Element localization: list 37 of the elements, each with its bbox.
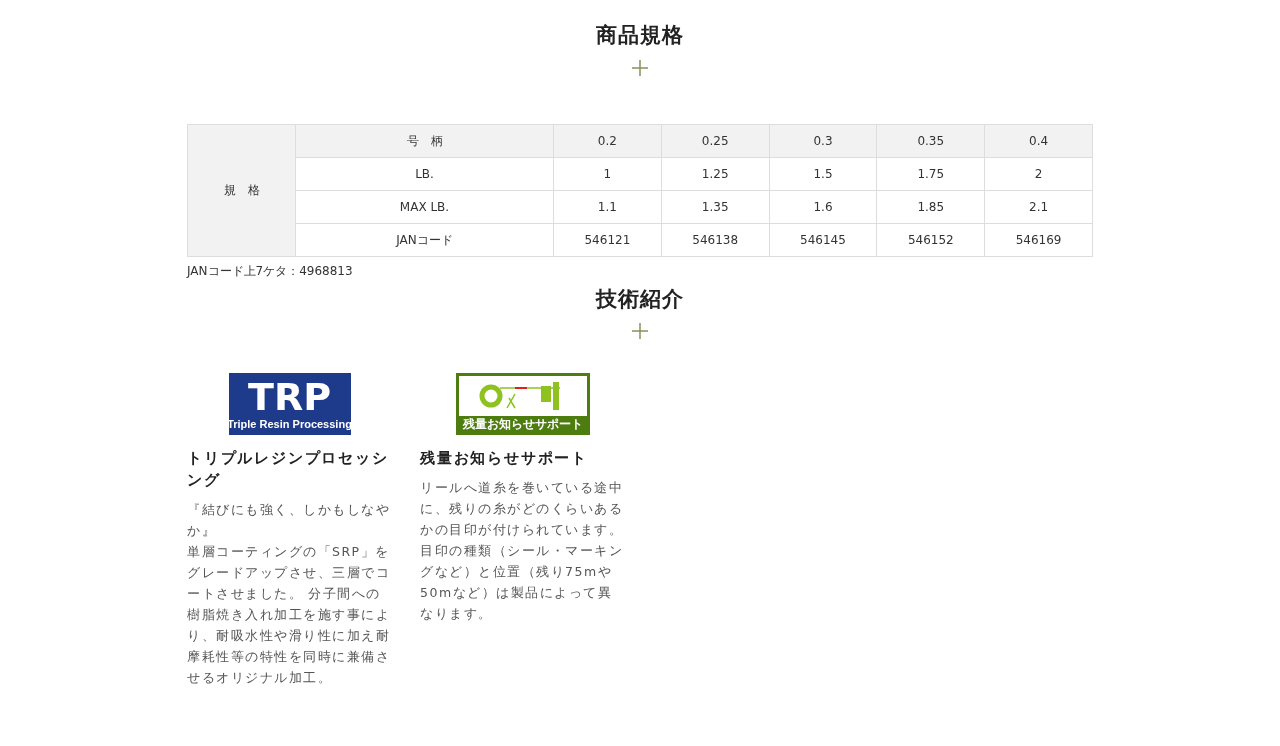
feature-description: リールへ道糸を巻いている途中に、残りの糸がどのくらいあるかの目印が付けられています。目印の種類（シール・マーキングなど）と位置（残り75mや50mなど）は製品によって異なります。: [420, 479, 624, 623]
table-cell: 2.1: [984, 190, 1093, 223]
table-cell: 546138: [661, 223, 770, 256]
section-title: 商品規格: [595, 22, 685, 49]
table-cell: 0.25: [661, 124, 770, 157]
table-cell: 1.25: [661, 157, 770, 190]
table-cell: 規 格: [187, 124, 296, 256]
feature-description: 単層コーティングの「SRP」をグレードアップさせ、三層でコートさせました。 分子間への樹脂焼き入れ加工を施す事により、耐吸水性や滑り性に加え耐摩耗性等の特性を同時に兼備させるオリジナル加工。: [187, 543, 391, 687]
table-cell: 546169: [984, 223, 1093, 256]
table-cell: 0.35: [876, 124, 985, 157]
logo-subtext: 残量お知らせサポート: [461, 416, 584, 432]
feature-title: トリプルレジンプロセッシング: [187, 448, 390, 491]
section-title: 技術紹介: [595, 285, 685, 313]
table-cell: 1.5: [769, 157, 877, 190]
table-cell: LB.: [295, 157, 554, 190]
table-cell: 0.3: [769, 124, 877, 157]
table-cell: 0.2: [553, 124, 662, 157]
table-cell: 546152: [876, 223, 985, 256]
table-cell: MAX LB.: [295, 190, 554, 223]
table-cell: 546121: [553, 223, 662, 256]
logo-text: TRP: [247, 377, 331, 417]
table-cell: 1.35: [661, 190, 770, 223]
plus-icon: [632, 59, 648, 76]
table-cell: 1: [553, 157, 662, 190]
table-cell: 546145: [769, 223, 877, 256]
table-cell: JANコード: [295, 223, 554, 256]
feature-description: 『結びにも強く、しかもしなやか』: [187, 501, 391, 540]
plus-icon: [632, 323, 648, 339]
table-cell: 2: [984, 157, 1093, 190]
table-cell: 1.75: [876, 157, 985, 190]
table-cell: 1.85: [876, 190, 985, 223]
table-cell: 号 柄: [295, 124, 554, 157]
table-cell: 0.4: [984, 124, 1093, 157]
table-cell: 1.1: [553, 190, 662, 223]
table-cell: 1.6: [769, 190, 877, 223]
jan-code-note: JANコード上7ケタ：4968813: [187, 262, 354, 280]
feature-title: 残量お知らせサポート: [420, 448, 589, 469]
